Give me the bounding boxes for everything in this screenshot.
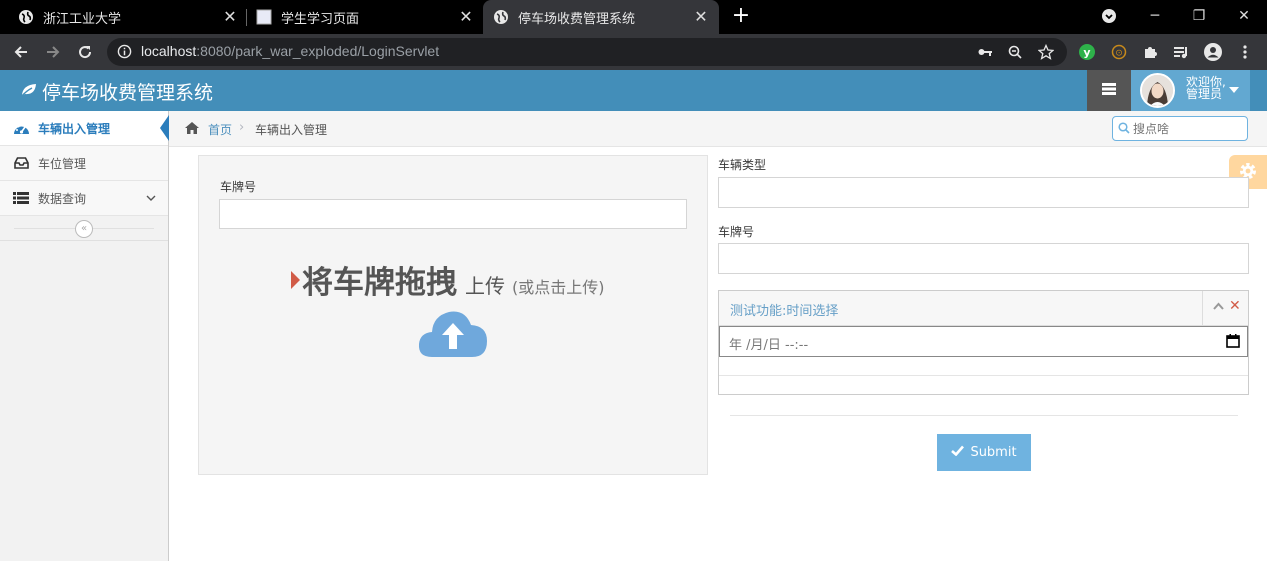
plate-number-input[interactable] <box>219 199 687 229</box>
browser-tab-strip: 浙江工业大学 ✕ 学生学习页面 ✕ 停车场收费管理系统 ✕ + ─ ❐ ✕ <box>0 0 1267 34</box>
extensions-puzzle-icon[interactable] <box>1141 43 1159 61</box>
caret-right-icon <box>291 271 300 289</box>
sidebar: 车辆出入管理 车位管理 数据查询 « <box>0 111 169 561</box>
home-icon[interactable] <box>184 121 200 138</box>
time-picker-widget: 测试功能:时间选择 ✕ 年 /月/日 --:-- <box>718 290 1249 395</box>
media-control-icon[interactable] <box>1172 43 1190 61</box>
upload-panel: 车牌号 将车牌拖拽 上传 (或点击上传) <box>198 155 708 475</box>
brand[interactable]: 停车场收费管理系统 <box>20 78 213 105</box>
sidebar-item-label: 车辆出入管理 <box>38 121 111 136</box>
browser-tab-2[interactable]: 学生学习页面 ✕ <box>256 0 484 34</box>
dropzone-upload-word: 上传 <box>465 274 505 298</box>
datetime-placeholder: 年 /月/日 --:-- <box>729 338 809 353</box>
dropzone-message[interactable]: 将车牌拖拽 上传 (或点击上传) <box>291 257 605 302</box>
form-actions-divider <box>730 415 1238 416</box>
leaf-icon <box>20 81 38 103</box>
forward-icon[interactable] <box>42 41 64 63</box>
browser-tab-title: 学生学习页面 <box>281 11 360 27</box>
tab-search-icon[interactable] <box>1097 5 1121 27</box>
tab-divider <box>246 9 247 26</box>
new-tab-button[interactable]: + <box>731 5 751 29</box>
header-tasks-button[interactable] <box>1087 70 1131 111</box>
check-icon <box>951 445 965 460</box>
browser-tab-3-active[interactable]: 停车场收费管理系统 ✕ <box>483 0 719 34</box>
browser-tab-title: 浙江工业大学 <box>43 11 122 27</box>
chevron-down-icon <box>146 191 156 205</box>
minimize-window-icon[interactable]: ─ <box>1143 5 1167 27</box>
search-icon <box>1118 122 1130 137</box>
sidebar-item-label: 数据查询 <box>38 191 87 206</box>
close-icon[interactable]: ✕ <box>1229 298 1241 314</box>
breadcrumb: 首页 › 车辆出入管理 <box>169 111 1267 147</box>
sidebar-item-data-query[interactable]: 数据查询 <box>0 181 168 216</box>
widget-title: 测试功能:时间选择 <box>730 304 839 319</box>
browser-toolbar: localhost:8080/park_war_exploded/LoginSe… <box>0 34 1267 70</box>
tachometer-icon <box>12 120 30 136</box>
extension-y-icon[interactable]: y <box>1078 43 1096 61</box>
user-menu[interactable]: 欢迎你, 管理员 <box>1131 70 1250 111</box>
widget-header: 测试功能:时间选择 ✕ <box>719 291 1248 326</box>
back-icon[interactable] <box>10 41 32 63</box>
app-header: 停车场收费管理系统 欢迎你, 管理员 <box>0 70 1267 111</box>
info-icon[interactable] <box>117 44 132 62</box>
calendar-icon[interactable] <box>1226 334 1240 352</box>
list-icon <box>12 190 30 206</box>
dropzone-headline: 将车牌拖拽 <box>302 265 457 301</box>
datetime-input[interactable]: 年 /月/日 --:-- <box>719 326 1248 357</box>
globe-icon <box>18 9 34 25</box>
chevron-up-icon[interactable] <box>1213 299 1224 314</box>
sidebar-item-vehicle-access[interactable]: 车辆出入管理 <box>0 111 169 146</box>
avatar <box>1140 73 1175 108</box>
address-bar[interactable]: localhost:8080/park_war_exploded/LoginSe… <box>107 38 1067 66</box>
close-tab-icon[interactable]: ✕ <box>222 9 238 25</box>
vehicle-type-input[interactable] <box>718 177 1249 208</box>
key-icon[interactable] <box>977 44 993 60</box>
breadcrumb-current: 车辆出入管理 <box>255 123 328 137</box>
close-tab-icon[interactable]: ✕ <box>458 9 474 25</box>
dropzone-hint: (或点击上传) <box>512 278 605 297</box>
tasks-icon <box>1102 83 1116 98</box>
widget-toolbar: ✕ <box>1202 291 1248 326</box>
submit-button[interactable]: Submit <box>937 434 1031 471</box>
url-text: localhost:8080/park_war_exploded/LoginSe… <box>141 43 440 59</box>
close-tab-icon[interactable]: ✕ <box>693 9 709 25</box>
submit-label: Submit <box>970 445 1017 460</box>
plate-number-label: 车牌号 <box>220 180 257 194</box>
nav-search[interactable] <box>1112 116 1248 141</box>
svg-text:y: y <box>1083 46 1090 59</box>
caret-down-icon <box>1229 87 1239 93</box>
welcome-text: 欢迎你, 管理员 <box>1186 75 1226 101</box>
bookmark-star-icon[interactable] <box>1037 43 1055 60</box>
browser-menu-icon[interactable] <box>1236 43 1254 61</box>
svg-text:⊙: ⊙ <box>1115 49 1123 59</box>
browser-tab-title: 停车场收费管理系统 <box>518 11 636 27</box>
extension-coin-icon[interactable]: ⊙ <box>1110 43 1128 61</box>
divider <box>719 375 1248 376</box>
close-window-icon[interactable]: ✕ <box>1232 5 1256 27</box>
breadcrumb-home-link[interactable]: 首页 <box>208 121 232 138</box>
collapse-sidebar-icon[interactable]: « <box>75 220 93 238</box>
sidebar-item-parking-spaces[interactable]: 车位管理 <box>0 146 168 181</box>
globe-icon <box>493 9 509 25</box>
vehicle-type-label: 车辆类型 <box>718 158 767 172</box>
browser-tab-1[interactable]: 浙江工业大学 ✕ <box>18 0 248 34</box>
cloud-upload-icon[interactable] <box>418 307 488 362</box>
breadcrumb-separator: › <box>239 120 245 135</box>
zoom-icon[interactable] <box>1007 44 1023 60</box>
plate-number-input-right[interactable] <box>718 243 1249 274</box>
plate-number-label: 车牌号 <box>718 225 755 239</box>
search-input[interactable] <box>1133 120 1243 138</box>
sidebar-collapse-row: « <box>0 216 168 241</box>
page-icon <box>256 9 272 25</box>
inbox-icon <box>12 155 30 171</box>
reload-icon[interactable] <box>74 41 96 63</box>
restore-window-icon[interactable]: ❐ <box>1187 5 1211 27</box>
sidebar-item-label: 车位管理 <box>38 156 87 171</box>
profile-icon[interactable] <box>1204 43 1222 61</box>
brand-title: 停车场收费管理系统 <box>42 82 214 104</box>
